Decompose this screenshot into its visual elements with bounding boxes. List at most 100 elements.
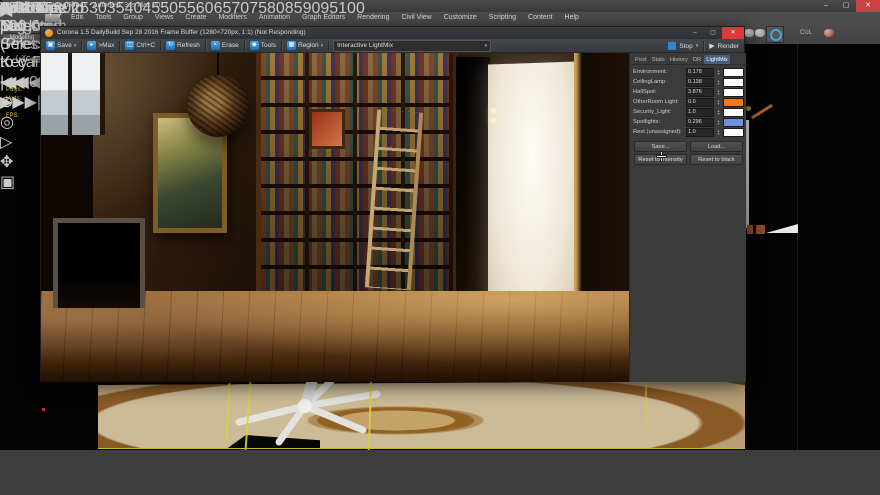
minimize-button[interactable]: – [816,0,836,12]
trackbar-tick-label: 100 [338,0,365,17]
corona-maximize-button[interactable]: ▢ [704,27,722,39]
reset-to-black-button[interactable]: Reset to black [690,154,743,165]
button-label: Save [57,42,72,49]
scene-geometry-diagonal [751,104,773,119]
menu-item-content[interactable]: Content [522,14,559,21]
color-swatch[interactable] [723,128,744,137]
panel-tab-history[interactable]: History [668,55,690,64]
corona-close-button[interactable]: ✕ [722,27,744,39]
render-setup-icon[interactable] [744,29,754,37]
spinner-down-icon[interactable]: ▾ [716,102,721,105]
light-intensity-field[interactable]: 1.0 [686,108,714,117]
light-intensity-field[interactable]: 3.876 [686,88,714,97]
button-label: Refresh [177,42,200,49]
light-intensity-field[interactable]: 0.0 [686,98,714,107]
trackbar-tick-label: 85 [285,0,303,17]
corona-save-button[interactable]: ▣Save▾ [43,40,79,52]
menu-item-help[interactable]: Help [559,14,585,21]
light-layer-label: OtherRoom Light: [633,99,684,105]
trackbar-tick-label: 80 [267,0,285,17]
ctrlc-icon: ◫ [125,41,134,50]
spinner[interactable]: ▴▾ [716,69,721,76]
frame-number-spinner[interactable]: ◀◀ 0 [0,72,38,92]
panel-tab-stats[interactable]: Stats [650,55,667,64]
spinner-down-icon[interactable]: ▾ [716,72,721,75]
spinner[interactable]: ▴▾ [716,119,721,126]
stop-button[interactable]: Stop [679,43,692,50]
render-frame-icon[interactable] [755,29,765,37]
color-swatch[interactable] [723,68,744,77]
trackbar-tick-label: 95 [320,0,338,17]
spinner[interactable]: ▴▾ [716,99,721,106]
light-intensity-field[interactable]: 0.138 [686,78,714,87]
button-label: >Max [98,42,114,49]
button-label: Region [298,42,319,49]
light-intensity-field[interactable]: 1.0 [686,128,714,137]
scene-wall-lamp [491,117,497,124]
panel-tab-dr[interactable]: DR [691,55,703,64]
corona-ctrlc-button[interactable]: ◫Ctrl+C [122,40,158,52]
light-layer-label: Environment: [633,69,684,75]
lightmix-row: HallSpot:3.876▴▾ [630,87,747,97]
lightmix-panel: PostStatsHistoryDRLightMix Environment:0… [629,53,746,382]
panel-tab-lightmix[interactable]: LightMix [704,55,730,64]
lightmix-row: CeilingLamp:0.138▴▾ [630,77,747,87]
corona-tools-button[interactable]: ◆Tools [247,40,279,52]
scene-window [41,53,105,135]
chevron-down-icon: ▾ [696,43,699,49]
lightmix-row: Spotlights:0.296▴▾ [630,117,747,127]
corona-region-button[interactable]: ▦Region▾ [284,40,326,52]
spinner-down-icon[interactable]: ▾ [716,82,721,85]
viewport-highlight-border [98,448,745,449]
menu-item-civil-view[interactable]: Civil View [395,14,437,21]
spinner-down-icon[interactable]: ▾ [716,112,721,115]
rendered-frame-window-icon[interactable] [766,26,784,43]
corona-erase-button[interactable]: ×Erase [208,40,242,52]
render-mode-dropdown[interactable]: Interactive LightMix ▾ [333,40,491,52]
render-production-icon[interactable] [824,29,834,37]
panel-tab-post[interactable]: Post [633,55,649,64]
light-layer-label: HallSpot: [633,89,684,95]
trackbar-tick-label: 45 [142,0,160,17]
light-intensity-field[interactable]: 0.178 [686,68,714,77]
spinner-down-icon[interactable]: ▾ [716,132,721,135]
render-button[interactable]: Render [718,43,739,50]
chevron-down-icon: ▾ [321,43,324,49]
spinner-arrows-icon[interactable]: ◀◀ [0,74,25,91]
menu-item-scripting[interactable]: Scripting [483,14,522,21]
spinner-down-icon[interactable]: ▾ [716,122,721,125]
close-button[interactable]: ✕ [856,0,880,12]
scene-artwork [309,109,345,149]
lightmix-row: Security_Light:1.0▴▾ [630,107,747,117]
spinner[interactable]: ▴▾ [716,109,721,116]
trackbar-tick-label: 75 [249,0,267,17]
frame-number-field[interactable]: 0 [29,74,38,91]
chair-star-base [235,378,385,448]
corona-refresh-button[interactable]: ↻Refresh [163,40,203,52]
load-button[interactable]: Load... [690,141,743,152]
spinner-down-icon[interactable]: ▾ [716,92,721,95]
corona-minimize-button[interactable]: – [686,27,704,39]
color-swatch[interactable] [723,78,744,87]
lightmix-rows: Environment:0.178▴▾CeilingLamp:0.138▴▾Ha… [630,67,747,137]
go-to-end-button[interactable]: ▶▶| [12,94,41,111]
color-swatch[interactable] [723,108,744,117]
color-swatch[interactable] [723,98,744,107]
spinner[interactable]: ▴▾ [716,89,721,96]
corona-title: Corona 1.5 DailyBuild Sep 28 2016 Frame … [57,27,306,39]
color-swatch[interactable] [723,118,744,127]
separator [81,41,82,51]
menu-item-customize[interactable]: Customize [438,14,483,21]
chevron-down-icon: ▾ [74,43,77,49]
scene-bookshelf [256,53,458,291]
corona-max-button[interactable]: ▸>Max [84,40,117,52]
spinner[interactable]: ▴▾ [716,129,721,136]
light-intensity-field[interactable]: 0.296 [686,118,714,127]
color-swatch[interactable] [723,88,744,97]
chevron-down-icon: ▾ [485,43,488,49]
corona-titlebar[interactable]: Corona 1.5 DailyBuild Sep 28 2016 Frame … [41,27,744,39]
maximize-button[interactable]: ▢ [836,0,856,12]
corona-logo-icon [45,29,53,37]
trackbar-tick-label: 40 [125,0,143,17]
spinner[interactable]: ▴▾ [716,79,721,86]
